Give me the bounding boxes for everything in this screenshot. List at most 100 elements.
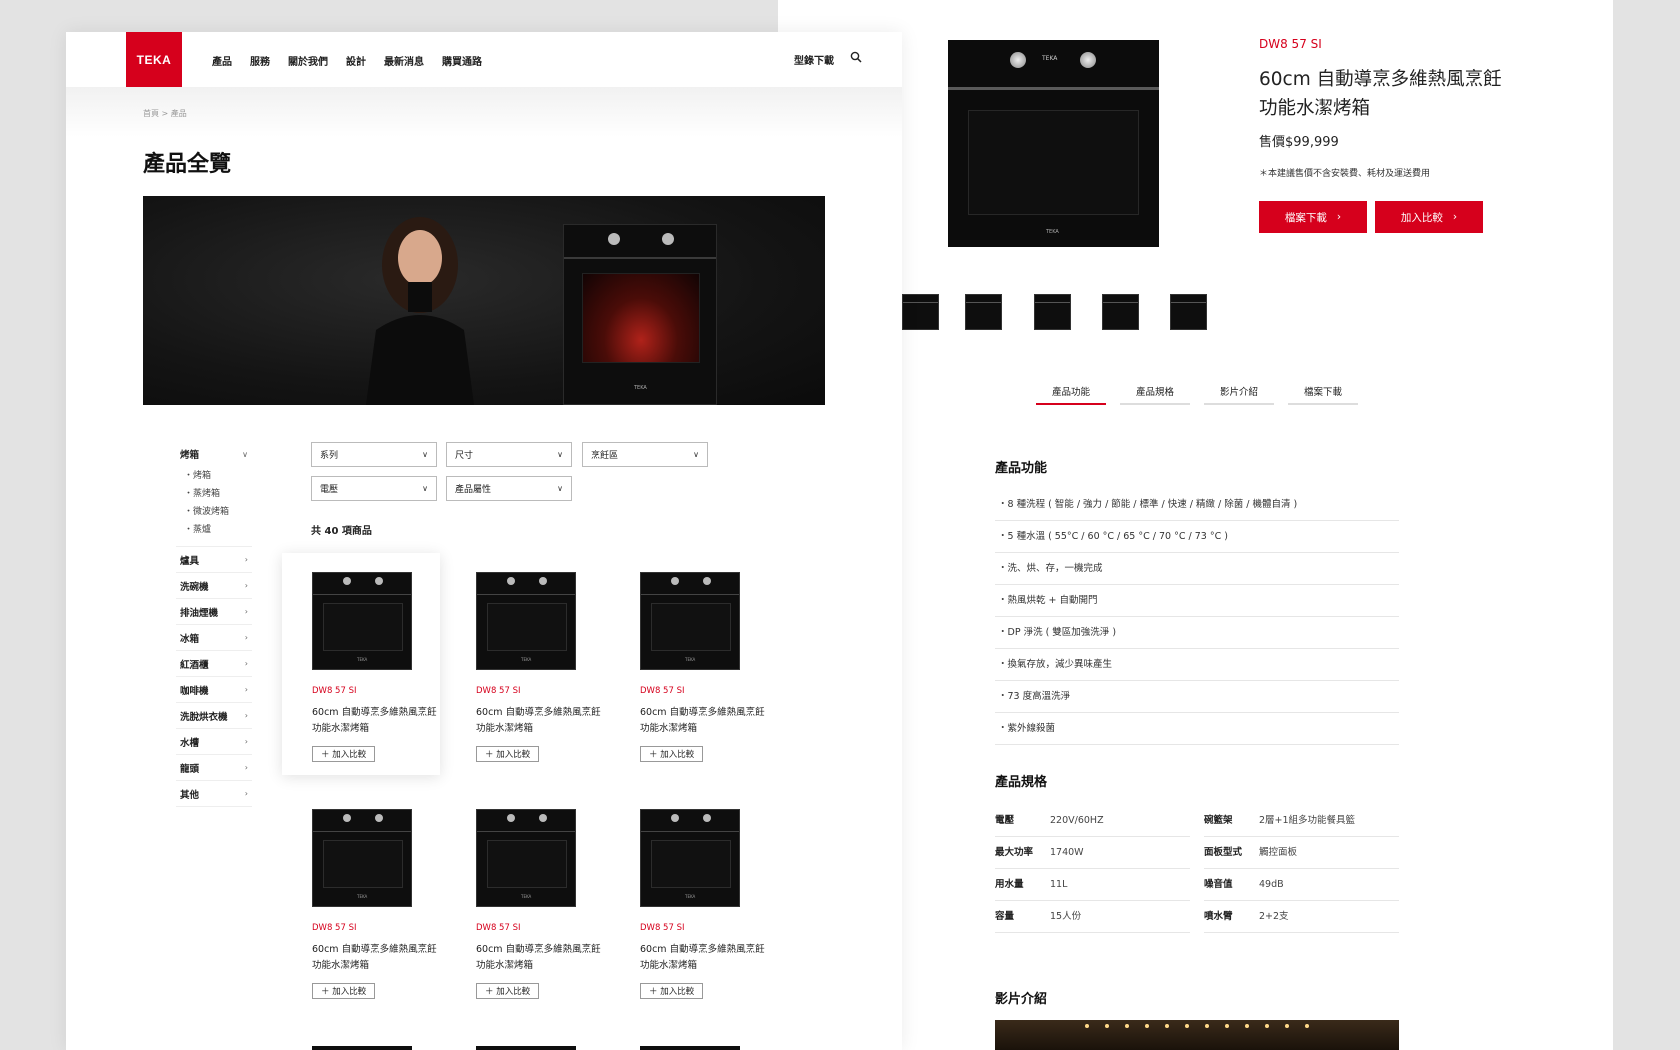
main-nav: 產品 服務 關於我們 設計 最新消息 購買通路 [212,53,482,68]
teka-logo[interactable]: TEKA [126,32,182,87]
spec-row: 用水量 11L [995,869,1190,901]
subcategory-item[interactable]: ・烤箱 [176,467,252,485]
features-list: ・8 種洗程 ( 智能 / 強力 / 節能 / 標準 / 快速 / 精緻 / 除… [995,489,1399,745]
chevron-right-icon: › [244,581,248,590]
nav-about[interactable]: 關於我們 [288,53,328,68]
thumbnail[interactable] [1034,294,1071,330]
chevron-right-icon: › [244,789,248,798]
thumbnail[interactable] [1170,294,1207,330]
category-item[interactable]: 咖啡機 › [176,677,252,703]
breadcrumb[interactable]: 首頁 > 產品 [143,108,187,119]
product-name: 60cm 自動導烹多維熱風烹飪功能水潔烤箱 [640,944,765,971]
filter-series[interactable]: 系列 ∨ [311,442,437,467]
hero-oven-image: TEKA [563,224,717,405]
product-card[interactable]: TEKA DW8 57 SI 60cm 自動導烹多維熱風烹飪功能水潔烤箱 ＋ 加… [610,553,768,775]
oven-window [968,110,1139,215]
model-photo [366,217,474,405]
chevron-right-icon: › [244,737,248,746]
chevron-right-icon: › [244,763,248,772]
site-header: TEKA 產品 服務 關於我們 設計 最新消息 購買通路 型錄下載 [66,32,902,87]
video-title: 影片介紹 [995,992,1048,1007]
price-note: ＊本建議售價不含安裝費、耗材及運送費用 [1259,169,1431,179]
product-image: TEKA [312,809,412,907]
search-icon[interactable] [850,51,862,63]
add-compare-button[interactable]: 加入比較 › [1375,201,1483,233]
spec-row: 容量 15人份 [995,901,1190,933]
product-card[interactable]: TEKA DW8 57 SI 60cm 自動導烹多維熱風烹飪功能水潔烤箱 ＋ 加… [282,790,440,1012]
product-image: TEKA [476,572,576,670]
product-code: DW8 57 SI [312,686,357,696]
product-name: 60cm 自動導烹多維熱風烹飪功能水潔烤箱 [1259,69,1502,119]
product-code: DW8 57 SI [476,686,521,696]
spec-row: 碗籃架 2層+1組多功能餐具籃 [1204,805,1399,837]
product-code: DW8 57 SI [640,923,685,933]
product-card[interactable]: TEKA DW8 57 SI 60cm 自動導烹多維熱風烹飪功能水潔烤箱 ＋ 加… [610,790,768,1012]
product-name: 60cm 自動導烹多維熱風烹飪功能水潔烤箱 [640,707,765,734]
category-item[interactable]: 水槽 › [176,729,252,755]
product-card[interactable]: TEKA DW8 57 SI 60cm 自動導烹多維熱風烹飪功能水潔烤箱 ＋ 加… [282,553,440,775]
product-code: DW8 57 SI [312,923,357,933]
add-compare-button[interactable]: ＋ 加入比較 [312,746,376,762]
nav-service[interactable]: 服務 [250,53,270,68]
product-count: 共 40 項商品 [311,526,372,537]
nav-news[interactable]: 最新消息 [384,53,424,68]
feature-item: ・熱風烘乾 + 自動開門 [995,585,1399,617]
add-compare-button[interactable]: ＋ 加入比較 [640,746,704,762]
spec-row: 最大功率 1740W [995,837,1190,869]
product-card[interactable]: TEKA DW8 57 SI 60cm 自動導烹多維熱風烹飪功能水潔烤箱 ＋ 加… [446,790,604,1012]
video-player[interactable] [995,1020,1399,1050]
category-item[interactable]: 冰箱 › [176,625,252,651]
chevron-right-icon: › [1452,211,1458,223]
page-title: 產品全覽 [143,152,232,177]
product-image-partial [312,1046,412,1050]
category-item[interactable]: 洗碗機 › [176,573,252,599]
product-name: 60cm 自動導烹多維熱風烹飪功能水潔烤箱 [312,707,437,734]
filter-attribute[interactable]: 產品屬性 ∨ [446,476,572,501]
oven-knob [1080,52,1096,68]
chevron-down-icon: ∨ [422,484,428,493]
oven-knob [1010,52,1026,68]
chevron-right-icon: › [244,711,248,720]
add-compare-button[interactable]: ＋ 加入比較 [312,983,376,999]
download-button[interactable]: 檔案下載 › [1259,201,1367,233]
feature-item: ・5 種水溫 ( 55°C / 60 °C / 65 °C / 70 °C / … [995,521,1399,553]
tab-download[interactable]: 檔案下載 [1288,384,1358,405]
tab-specs[interactable]: 產品規格 [1120,384,1190,405]
subcategory-item[interactable]: ・蒸爐 [176,521,252,539]
category-sidebar: 烤箱 ∨ ・烤箱 ・蒸烤箱 ・微波烤箱 ・蒸爐 爐具 › 洗碗機 › 排油煙機 › 冰箱… [176,441,252,807]
subcategory-item[interactable]: ・蒸烤箱 [176,485,252,503]
nav-design[interactable]: 設計 [346,53,366,68]
category-item[interactable]: 洗脫烘衣機 › [176,703,252,729]
catalog-download-link[interactable]: 型錄下載 [794,52,834,67]
nav-stores[interactable]: 購買通路 [442,53,482,68]
category-item[interactable]: 龍頭 › [176,755,252,781]
spec-row: 面板型式 觸控面板 [1204,837,1399,869]
feature-item: ・洗、烘、存，一機完成 [995,553,1399,585]
category-oven[interactable]: 烤箱 ∨ [176,441,252,467]
category-item[interactable]: 紅酒櫃 › [176,651,252,677]
category-item[interactable]: 其他 › [176,781,252,807]
product-name: 60cm 自動導烹多維熱風烹飪功能水潔烤箱 [476,944,601,971]
product-code: DW8 57 SI [476,923,521,933]
thumbnail[interactable] [1102,294,1139,330]
thumbnail[interactable] [965,294,1002,330]
filter-voltage[interactable]: 電壓 ∨ [311,476,437,501]
feature-item: ・8 種洗程 ( 智能 / 強力 / 節能 / 標準 / 快速 / 精緻 / 除… [995,489,1399,521]
product-detail-page: TEKA TEKA DW8 57 SI 60cm 自動導烹多維熱風烹飪功能水潔烤… [778,0,1613,1050]
thumbnail[interactable] [902,294,939,330]
nav-products[interactable]: 產品 [212,53,232,68]
subcategory-item[interactable]: ・微波烤箱 [176,503,252,521]
product-name: 60cm 自動導烹多維熱風烹飪功能水潔烤箱 [476,707,601,734]
category-item[interactable]: 排油煙機 › [176,599,252,625]
filter-cooking-zone[interactable]: 烹飪區 ∨ [582,442,708,467]
tab-video[interactable]: 影片介紹 [1204,384,1274,405]
spec-row: 電壓 220V/60HZ [995,805,1190,837]
filter-size[interactable]: 尺寸 ∨ [446,442,572,467]
add-compare-button[interactable]: ＋ 加入比較 [476,746,540,762]
product-card[interactable]: TEKA DW8 57 SI 60cm 自動導烹多維熱風烹飪功能水潔烤箱 ＋ 加… [446,553,604,775]
tab-features[interactable]: 產品功能 [1036,384,1106,405]
product-listing-page: TEKA 產品 服務 關於我們 設計 最新消息 購買通路 型錄下載 首頁 > 產… [66,32,902,1050]
category-item[interactable]: 爐具 › [176,547,252,573]
add-compare-button[interactable]: ＋ 加入比較 [640,983,704,999]
add-compare-button[interactable]: ＋ 加入比較 [476,983,540,999]
